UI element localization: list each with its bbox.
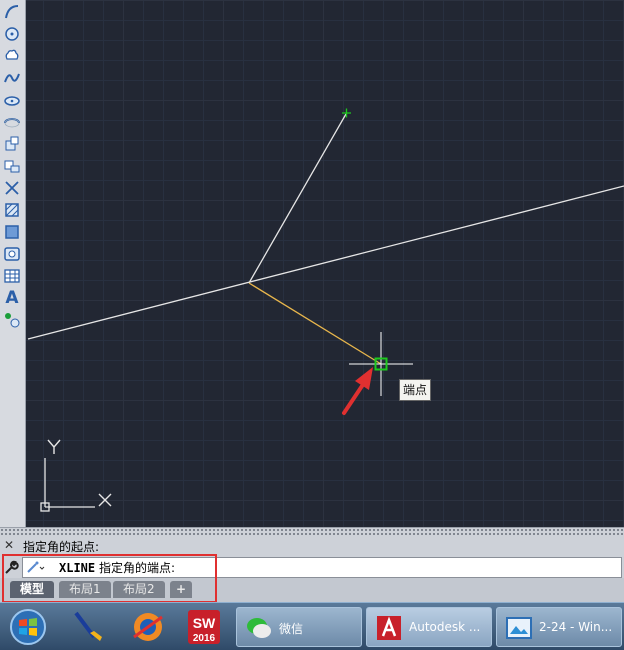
spline-icon[interactable]: [3, 3, 21, 21]
insert-block-icon[interactable]: [3, 135, 21, 153]
wechat-label: 微信: [279, 622, 304, 636]
autocad-icon: [377, 616, 401, 640]
tool-app-icon[interactable]: [68, 607, 108, 647]
add-selected-icon[interactable]: [3, 311, 21, 329]
media-app-icon[interactable]: [128, 607, 168, 647]
taskbar-wechat[interactable]: 微信: [236, 607, 362, 647]
revision-cloud-icon[interactable]: [3, 47, 21, 65]
autocad-label: Autodesk ...: [409, 620, 481, 634]
start-button-icon[interactable]: [8, 607, 48, 647]
point-icon[interactable]: [3, 179, 21, 197]
command-history: ✕ 指定角的起点:: [0, 536, 624, 556]
ellipse-icon[interactable]: [3, 91, 21, 109]
text-icon[interactable]: A: [3, 289, 21, 307]
solidworks-icon[interactable]: SW 2016: [184, 607, 224, 647]
ellipse-arc-icon[interactable]: [3, 113, 21, 131]
osnap-tooltip: 端点: [399, 379, 432, 401]
command-window-grip[interactable]: [0, 527, 624, 536]
hatch-icon[interactable]: [3, 201, 21, 219]
gradient-icon[interactable]: [3, 223, 21, 241]
wechat-icon: [247, 618, 271, 638]
make-block-icon[interactable]: [3, 157, 21, 175]
close-icon[interactable]: ✕: [4, 538, 14, 552]
drawing-canvas[interactable]: [26, 0, 624, 527]
photo-viewer-icon: [506, 617, 532, 639]
history-text: 指定角的起点:: [23, 540, 100, 554]
table-icon[interactable]: [3, 267, 21, 285]
solidworks-badge: 2016: [193, 633, 216, 644]
taskbar-photo-viewer[interactable]: 2-24 - Win...: [496, 607, 622, 647]
photo-viewer-label: 2-24 - Win...: [539, 620, 613, 634]
spline-fit-icon[interactable]: [3, 69, 21, 87]
taskbar-autocad[interactable]: Autodesk ...: [366, 607, 492, 647]
draw-toolbar: A: [0, 0, 26, 530]
annotation-highlight-box: [2, 554, 217, 603]
region-icon[interactable]: [3, 245, 21, 263]
taskbar: SW 2016 微信 Autodesk ... 2-24 - Win...: [0, 602, 624, 650]
solidworks-text: SW: [193, 615, 216, 631]
circle-icon[interactable]: [3, 25, 21, 43]
